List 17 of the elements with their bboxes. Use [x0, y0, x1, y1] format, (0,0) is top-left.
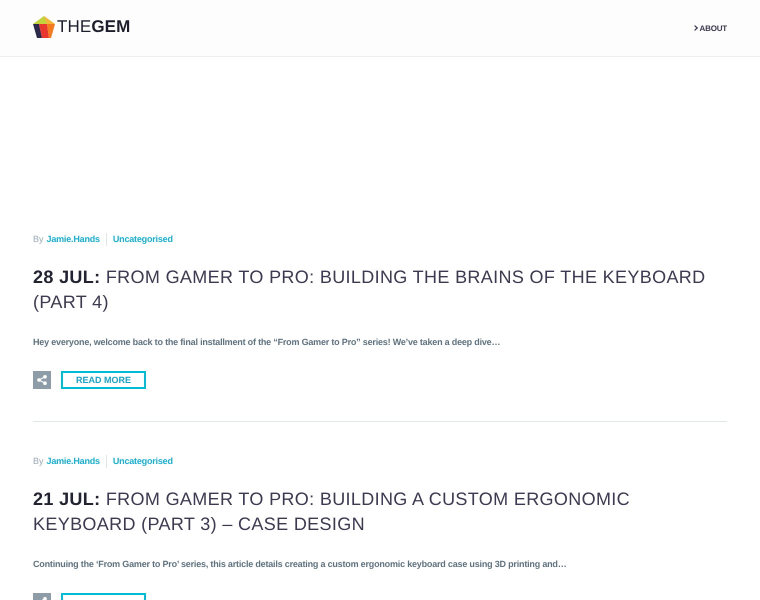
- author-link[interactable]: Jamie.Hands: [46, 456, 100, 466]
- read-more-button[interactable]: READ MORE: [61, 371, 146, 389]
- chevron-right-icon: [694, 25, 698, 31]
- share-icon: [37, 375, 47, 385]
- logo-link[interactable]: THEGEM: [33, 16, 130, 38]
- author-prefix: By: [33, 456, 44, 466]
- post-title-link[interactable]: 28 JUL: FROM GAMER TO PRO: BUILDING THE BRAINS OF THE KEYBOARD (PART 4): [33, 265, 727, 315]
- gem-icon: [33, 16, 55, 38]
- post-excerpt: Continuing the ‘From Gamer to Pro’ series, this article details creating a custom ergonomic keyboard case using 3D printing and…: [33, 558, 567, 571]
- nav-link[interactable]: ABOUT: [694, 24, 727, 32]
- category-link[interactable]: Uncategorised: [112, 456, 173, 466]
- category-link[interactable]: Uncategorised: [112, 234, 173, 244]
- author-link[interactable]: Jamie.Hands: [46, 234, 100, 244]
- post-title-link[interactable]: 21 JUL: FROM GAMER TO PRO: BUILDING A CUSTOM ERGONOMIC KEYBOARD (PART 3) – CASE DESIGN: [33, 487, 727, 537]
- post-excerpt: Hey everyone, welcome back to the final installment of the “From Gamer to Pro” series! We’ve taken a deep dive…: [33, 336, 500, 349]
- share-button[interactable]: [33, 371, 51, 389]
- author-prefix: By: [33, 234, 44, 244]
